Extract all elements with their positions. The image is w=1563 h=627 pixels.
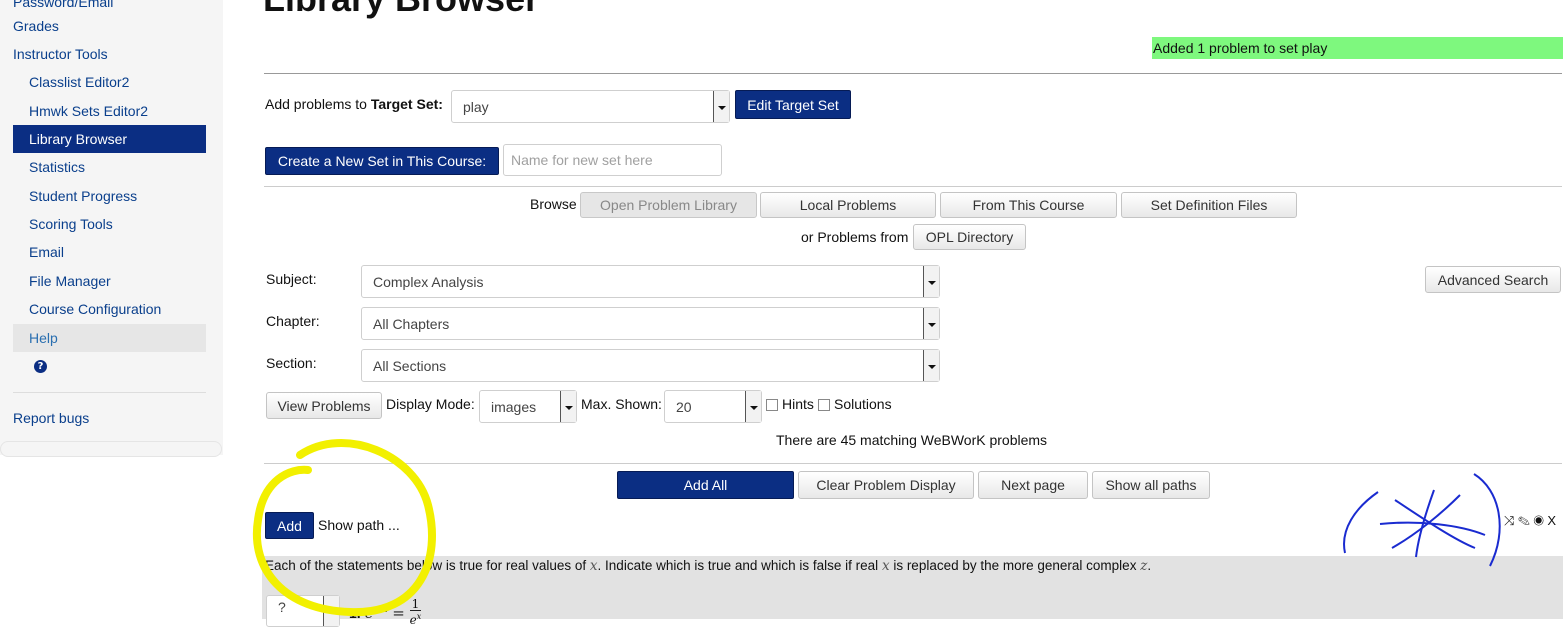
pen-right-paren [1473, 473, 1501, 567]
annotation-layer [252, 439, 1501, 617]
pen-left-paren [1343, 491, 1379, 554]
yellow-highlight-circle [252, 439, 436, 617]
